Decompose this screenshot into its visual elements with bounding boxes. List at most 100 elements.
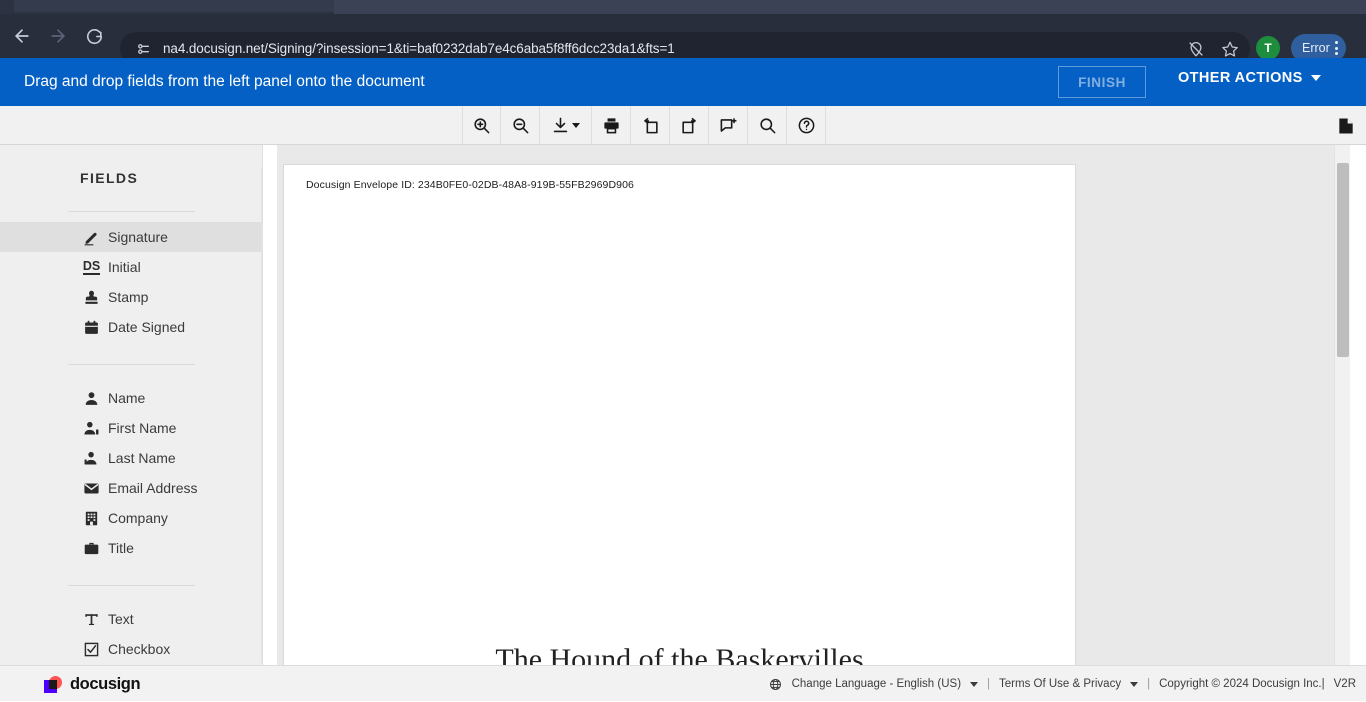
stamp-icon [82, 288, 101, 307]
forward-icon[interactable] [45, 23, 71, 49]
briefcase-icon [82, 539, 101, 558]
site-info-icon[interactable] [132, 38, 154, 60]
chrome-menu-icon[interactable] [1334, 41, 1338, 55]
browser-toolbar: na4.docusign.net/Signing/?insession=1&ti… [0, 14, 1366, 65]
field-label: Signature [108, 229, 168, 245]
bookmark-star-icon[interactable] [1218, 37, 1242, 61]
field-item-last-name[interactable]: Last Name [0, 443, 262, 473]
scroll-down-icon[interactable] [262, 648, 263, 663]
footer-links: Change Language - English (US) | Terms O… [769, 666, 1356, 702]
avatar-initial: T [1264, 41, 1272, 55]
field-item-title[interactable]: Title [0, 533, 262, 563]
checkbox-icon [82, 640, 101, 659]
document-toolbar [0, 106, 1366, 145]
envelope-icon [82, 479, 101, 498]
signature-pen-icon [82, 228, 101, 247]
help-icon[interactable] [787, 106, 826, 145]
field-label: Title [108, 540, 134, 556]
fields-sidebar: FIELDS Signature DS Initial Stamp Date S… [0, 145, 263, 665]
fields-list: Signature DS Initial Stamp Date Signed N… [0, 201, 262, 664]
building-icon [82, 509, 101, 528]
search-icon[interactable] [748, 106, 787, 145]
other-actions-button[interactable]: OTHER ACTIONS [1178, 70, 1321, 86]
page-footer: docusign Change Language - English (US) … [0, 665, 1366, 701]
reload-icon[interactable] [81, 23, 107, 49]
field-item-checkbox[interactable]: Checkbox [0, 634, 262, 664]
field-item-text[interactable]: Text [0, 604, 262, 634]
zoom-in-icon[interactable] [462, 106, 501, 145]
field-label: Initial [108, 259, 141, 275]
chevron-down-icon [1310, 75, 1321, 81]
field-label: Checkbox [108, 641, 171, 657]
document-scrollbar[interactable] [1334, 145, 1350, 665]
version-text: V2R [1333, 678, 1356, 690]
document-scrollbar-thumb[interactable] [1337, 163, 1349, 357]
initial-ds-icon: DS [82, 258, 101, 275]
person-icon [82, 389, 101, 408]
document-page[interactable]: Docusign Envelope ID: 234B0FE0-02DB-48A8… [284, 165, 1075, 665]
footer-separator: | [987, 678, 991, 690]
finish-button[interactable]: FINISH [1058, 66, 1146, 98]
document-heading: The Hound of the Baskervilles [495, 643, 864, 665]
fields-panel-title: FIELDS [80, 170, 139, 186]
field-item-signature[interactable]: Signature [0, 222, 262, 252]
profile-error-label: Error [1302, 41, 1330, 55]
field-item-first-name[interactable]: First Name [0, 413, 262, 443]
docusign-logo: docusign [44, 675, 141, 694]
field-label: Last Name [108, 450, 176, 466]
text-t-icon [82, 610, 101, 629]
docusign-wordmark: docusign [70, 675, 141, 693]
copyright-text: Copyright © 2024 Docusign Inc.| [1159, 678, 1325, 690]
rotate-right-icon[interactable] [670, 106, 709, 145]
sidebar-scrollbar[interactable] [261, 167, 263, 663]
field-label: Stamp [108, 289, 149, 305]
envelope-id-text: Docusign Envelope ID: 234B0FE0-02DB-48A8… [306, 179, 634, 191]
field-item-date-signed[interactable]: Date Signed [0, 312, 262, 342]
docusign-action-banner: Drag and drop fields from the left panel… [0, 58, 1366, 106]
back-icon[interactable] [9, 23, 35, 49]
terms-privacy-link[interactable]: Terms Of Use & Privacy [999, 678, 1121, 690]
field-item-initial[interactable]: DS Initial [0, 252, 262, 282]
field-item-company[interactable]: Company [0, 503, 262, 533]
tab-strip-empty-area[interactable] [334, 0, 1366, 14]
person-first-icon [82, 419, 101, 438]
field-label: Email Address [108, 480, 198, 496]
zoom-out-icon[interactable] [501, 106, 540, 145]
divider [68, 585, 195, 586]
add-comment-icon[interactable] [709, 106, 748, 145]
person-last-icon [82, 449, 101, 468]
rotate-left-icon[interactable] [631, 106, 670, 145]
field-item-email-address[interactable]: Email Address [0, 473, 262, 503]
avatar[interactable]: T [1256, 36, 1280, 60]
globe-icon [769, 677, 783, 691]
docusign-logo-icon [44, 676, 63, 693]
terms-chevron-down-icon[interactable] [1130, 681, 1139, 687]
field-label: Date Signed [108, 319, 186, 335]
divider [68, 211, 195, 212]
banner-instruction: Drag and drop fields from the left panel… [24, 73, 425, 90]
workspace: FIELDS Signature DS Initial Stamp Date S… [0, 145, 1366, 665]
scroll-up-icon[interactable] [262, 167, 263, 182]
document-tool-group [462, 106, 826, 145]
other-actions-label: OTHER ACTIONS [1178, 70, 1303, 86]
field-label: Company [108, 510, 168, 526]
print-icon[interactable] [592, 106, 631, 145]
field-item-stamp[interactable]: Stamp [0, 282, 262, 312]
footer-separator: | [1147, 678, 1151, 690]
field-item-name[interactable]: Name [0, 383, 262, 413]
field-label: Text [108, 611, 134, 627]
divider [68, 364, 195, 365]
location-blocked-icon[interactable] [1184, 37, 1208, 61]
url-text: na4.docusign.net/Signing/?insession=1&ti… [163, 41, 675, 56]
tab-strip [0, 0, 1366, 14]
download-icon[interactable] [540, 106, 592, 145]
download-chevron-down-icon[interactable] [572, 123, 580, 128]
browser-tab[interactable] [14, 0, 334, 12]
browser-chrome: na4.docusign.net/Signing/?insession=1&ti… [0, 0, 1366, 65]
change-language-link[interactable]: Change Language - English (US) [792, 678, 961, 690]
field-label: First Name [108, 420, 177, 436]
language-chevron-down-icon[interactable] [970, 681, 979, 687]
field-label: Name [108, 390, 146, 406]
page-thumbnails-icon[interactable] [1334, 115, 1358, 137]
document-canvas[interactable]: Docusign Envelope ID: 234B0FE0-02DB-48A8… [277, 145, 1350, 665]
